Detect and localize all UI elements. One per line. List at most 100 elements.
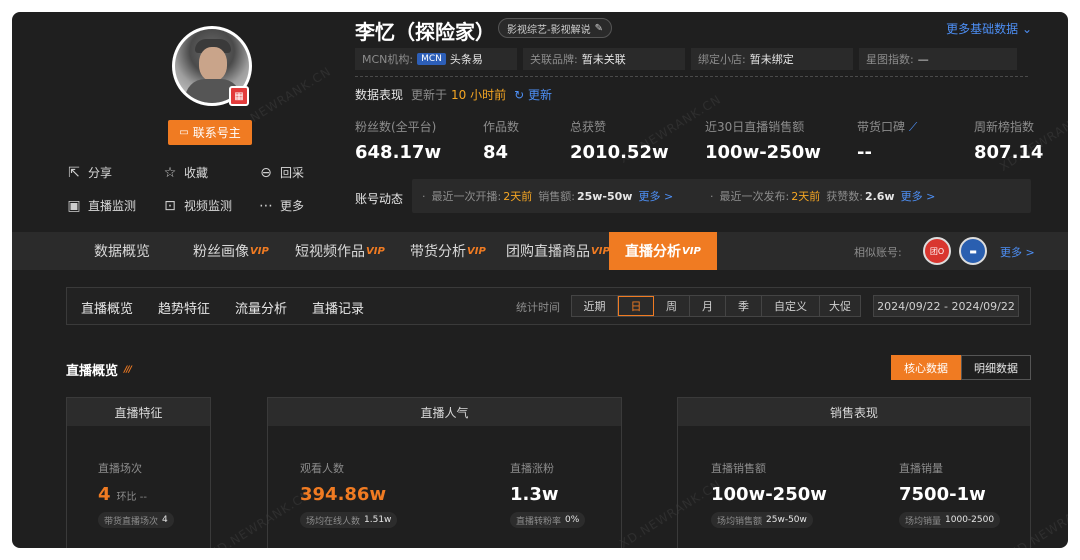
live-popularity-panel: 直播人气 观看人数 394.86w 场均在线人数 1.51w 直播涨粉 1.3w… — [267, 397, 622, 548]
metric-value: 4 — [98, 484, 111, 505]
live-monitor-button[interactable]: ▣ 直播监测 — [66, 197, 136, 214]
tab-data-overview[interactable]: 数据概览 — [94, 232, 150, 270]
more-basic-data-link[interactable]: 更多基础数据 ⌄ — [946, 20, 1032, 37]
stat-value: 2010.52w — [570, 142, 669, 163]
metric-label: 直播场次 — [98, 462, 142, 475]
stat-label: 粉丝数(全平台) — [355, 120, 437, 134]
panel-title: 直播特征 — [67, 398, 210, 426]
share-button[interactable]: ⇱ 分享 — [66, 164, 112, 181]
tab-fan-profile[interactable]: 粉丝画像 VIP — [193, 232, 269, 270]
live-features-panel: 直播特征 直播场次 4 环比 -- 带货直播场次 4 — [66, 397, 211, 548]
stat-value: 807.14 — [974, 142, 1044, 163]
vip-badge: VIP — [591, 245, 610, 257]
bullet-icon: · — [710, 189, 714, 203]
stat-value: 84 — [483, 142, 509, 163]
star-icon: ☆ — [163, 164, 177, 181]
mcn-badge: MCN — [417, 53, 446, 65]
stat-value: 648.17w — [355, 142, 442, 163]
account-dynamics: · 最近一次开播: 2天前 销售额: 25w-50w 更多 > · 最近一次发布… — [412, 179, 1031, 213]
metric-label: 观看人数 — [300, 462, 344, 475]
similar-more-link[interactable]: 更多 > — [1000, 244, 1035, 260]
time-option-promo[interactable]: 大促 — [820, 296, 860, 316]
decoration-icon: /// — [124, 364, 132, 375]
time-option-recent[interactable]: 近期 — [572, 296, 618, 316]
similar-account-avatar[interactable]: ▬ — [959, 237, 987, 265]
vip-badge: VIP — [366, 245, 385, 257]
video-monitor-icon: ⊡ — [164, 197, 176, 214]
subtab-traffic-analysis[interactable]: 流量分析 — [235, 298, 287, 317]
contact-owner-button[interactable]: ▭ 联系号主 — [168, 120, 252, 145]
time-option-week[interactable]: 周 — [654, 296, 690, 316]
section-title: 直播概览 /// — [66, 364, 132, 379]
bus-icon: ▬ — [969, 246, 977, 256]
live-monitor-icon: ▣ — [67, 197, 81, 214]
refresh-icon: ↻ — [514, 88, 525, 102]
app-frame: XD.NEWRANK.CN XD.NEWRANK.CN XD.NEWRANK.C… — [12, 12, 1068, 548]
metric-value: 394.86w — [300, 484, 387, 505]
brand-info: 关联品牌: 暂未关联 — [523, 48, 685, 70]
core-data-button[interactable]: 核心数据 — [891, 355, 961, 380]
similar-account-avatar[interactable]: 团O — [923, 237, 951, 265]
sales-performance-panel: 销售表现 直播销售额 100w-250w 场均销售额 25w-50w 直播销量 … — [677, 397, 1031, 548]
subtab-live-overview[interactable]: 直播概览 — [81, 298, 133, 317]
performance-header: 数据表现 更新于 10 小时前 ↻ 更新 — [355, 86, 553, 103]
tab-short-videos[interactable]: 短视频作品 VIP — [295, 232, 385, 270]
shop-info: 绑定小店: 暂未绑定 — [691, 48, 853, 70]
refresh-button[interactable]: ↻ 更新 — [514, 86, 552, 103]
stat-label: 周新榜指数 — [974, 120, 1035, 134]
date-range-picker[interactable]: 2024/09/22 - 2024/09/22 — [873, 295, 1019, 317]
bullet-icon: · — [422, 189, 426, 203]
metric-pill: 场均在线人数 1.51w — [300, 512, 398, 528]
stat-label: 作品数 — [483, 120, 520, 134]
subtab-trend-features[interactable]: 趋势特征 — [158, 298, 210, 317]
metric-change: 环比 -- — [116, 492, 147, 503]
category-tag[interactable]: 影视综艺-影视解说 ✎ — [498, 18, 612, 38]
panel-title: 销售表现 — [678, 398, 1030, 426]
qr-code-icon[interactable]: ▦ — [229, 86, 249, 106]
vip-badge: VIP — [682, 245, 701, 257]
collect-icon: ⊖ — [260, 164, 272, 181]
account-dynamics-label: 账号动态 — [355, 192, 404, 206]
stat-label: 带货口碑 ⟋ — [857, 120, 918, 134]
tab-live-analysis[interactable]: 直播分析 VIP — [609, 232, 717, 270]
mcn-info: MCN机构: MCN 头条易 — [355, 48, 517, 70]
metric-label: 直播涨粉 — [510, 462, 554, 475]
post-more-link[interactable]: 更多 > — [901, 188, 936, 204]
favorite-button[interactable]: ☆ 收藏 — [162, 164, 208, 181]
metric-pill: 场均销量 1000-2500 — [899, 512, 1001, 528]
metric-label: 直播销量 — [899, 462, 943, 475]
star-index-info: 星图指数: — — [859, 48, 1017, 70]
similar-accounts-label: 相似账号: — [854, 246, 902, 259]
stat-label: 总获赞 — [570, 120, 607, 134]
stat-value: -- — [857, 142, 872, 163]
time-option-custom[interactable]: 自定义 — [762, 296, 820, 316]
vip-badge: VIP — [250, 245, 269, 257]
stat-value: 100w-250w — [705, 142, 821, 163]
time-filter-group: 近期 日 周 月 季 自定义 大促 — [571, 295, 861, 317]
subtab-live-records[interactable]: 直播记录 — [312, 298, 364, 317]
account-name: 李忆（探险家） — [355, 20, 495, 44]
edit-icon: ✎ — [594, 22, 603, 34]
time-option-quarter[interactable]: 季 — [726, 296, 762, 316]
time-option-month[interactable]: 月 — [690, 296, 726, 316]
metric-value: 100w-250w — [711, 484, 827, 505]
detail-data-button[interactable]: 明细数据 — [961, 355, 1031, 380]
panel-title: 直播人气 — [268, 398, 621, 426]
metric-pill: 直播转粉率 0% — [510, 512, 586, 528]
collect-button[interactable]: ⊖ 回采 — [258, 164, 304, 181]
video-monitor-button[interactable]: ⊡ 视频监测 — [162, 197, 232, 214]
trend-chart-icon[interactable]: ⟋ — [909, 120, 917, 134]
time-option-day[interactable]: 日 — [618, 296, 654, 316]
tab-group-buy-products[interactable]: 团购直播商品 VIP — [506, 232, 610, 270]
live-more-link[interactable]: 更多 > — [638, 188, 673, 204]
more-actions-button[interactable]: ⋯ 更多 — [258, 197, 304, 214]
vip-badge: VIP — [467, 245, 486, 257]
metric-value-row: 4 环比 -- — [98, 484, 147, 505]
chevron-down-icon: ⌄ — [1021, 22, 1032, 36]
tab-sales-analysis[interactable]: 带货分析 VIP — [410, 232, 486, 270]
stat-label: 近30日直播销售额 — [705, 120, 805, 134]
share-icon: ⇱ — [68, 164, 80, 181]
metric-value: 7500-1w — [899, 484, 986, 505]
metric-value: 1.3w — [510, 484, 559, 505]
more-icon: ⋯ — [259, 197, 273, 214]
